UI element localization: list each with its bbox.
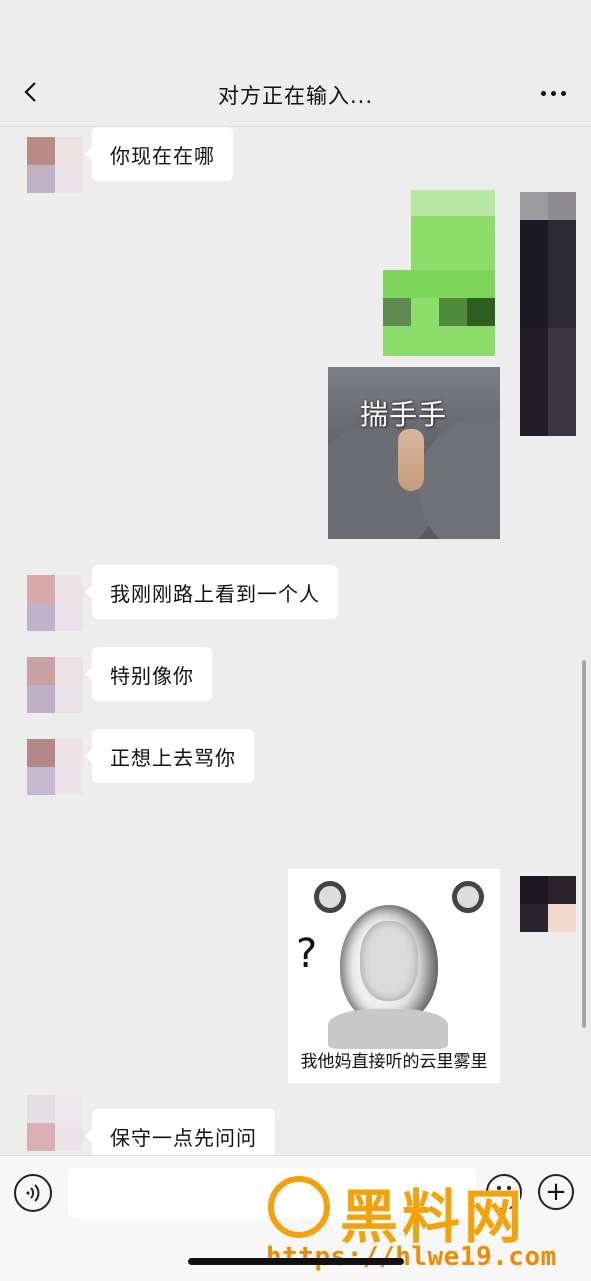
more-dots-icon[interactable] — [541, 86, 569, 100]
message-bubble[interactable]: 特别像你 — [85, 647, 212, 701]
watermark-url: https://hlwe19.com — [266, 1242, 557, 1272]
chat-header: 对方正在输入... — [0, 60, 591, 127]
message-bubble[interactable]: 你现在在哪 — [85, 127, 233, 181]
sent-image-pixelated[interactable] — [383, 190, 495, 356]
contact-avatar[interactable] — [27, 739, 83, 795]
own-avatar[interactable] — [520, 876, 576, 932]
sticker-caption: 揣手手 — [360, 398, 448, 431]
sticker-image[interactable]: 揣手手 — [328, 367, 500, 539]
contact-avatar[interactable] — [27, 137, 83, 193]
message-bubble[interactable]: 正想上去骂你 — [85, 729, 254, 783]
page-title: 对方正在输入... — [217, 84, 374, 108]
sticker-caption: 我他妈直接听的云里雾里 — [300, 1052, 488, 1072]
scrollbar[interactable] — [582, 660, 586, 1028]
message-bubble[interactable]: 我刚刚路上看到一个人 — [85, 565, 338, 619]
contact-avatar[interactable] — [27, 1095, 83, 1151]
contact-avatar[interactable] — [27, 575, 83, 631]
contact-avatar[interactable] — [27, 657, 83, 713]
question-mark-icon: ? — [296, 931, 318, 977]
own-avatar[interactable] — [520, 192, 576, 437]
watermark-logo — [268, 1176, 330, 1238]
home-indicator[interactable] — [188, 1258, 404, 1265]
voice-icon[interactable] — [14, 1174, 52, 1212]
sticker-image[interactable]: ? 我他妈直接听的云里雾里 — [288, 869, 500, 1083]
status-bar — [0, 0, 591, 60]
